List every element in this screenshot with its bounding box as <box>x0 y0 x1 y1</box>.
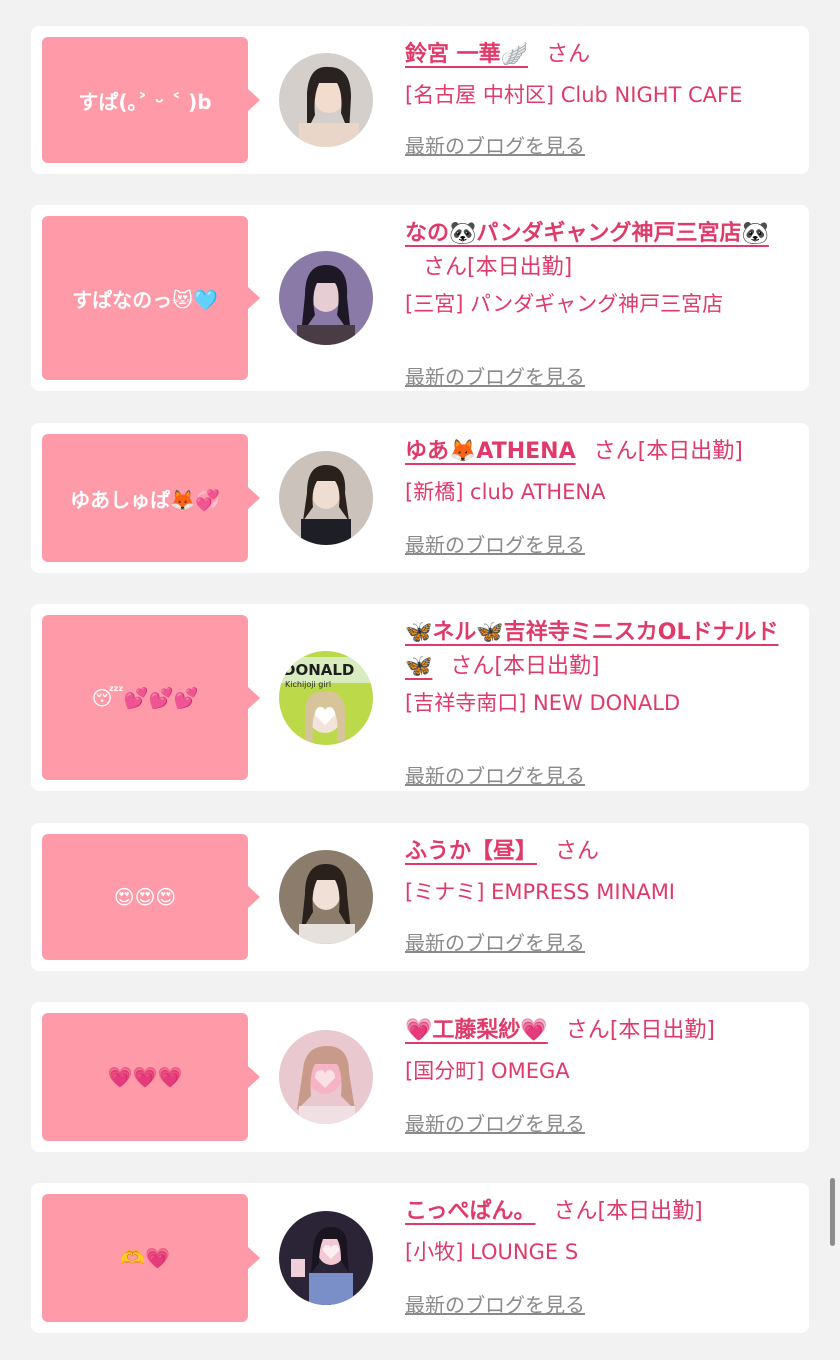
bubble-text: すぱなのっ😻🩵 <box>72 287 218 312</box>
avatar[interactable]: DONALD Kichijoji girl <box>279 651 373 745</box>
message-bubble: ゆあしゅぱ🦊💞 <box>42 434 260 562</box>
status-label: [本日出勤] <box>609 1018 715 1043</box>
cast-name-link[interactable]: 💗工藤梨紗💗 <box>405 1018 548 1043</box>
message-bubble: 🫶💗 <box>42 1194 260 1322</box>
cast-name-link[interactable]: ゆあ🦊ATHENA <box>405 439 576 464</box>
shop-info: [小牧] LOUNGE S <box>405 1240 579 1264</box>
bubble-text: 💗💗💗 <box>107 1065 183 1089</box>
avatar[interactable] <box>279 451 373 545</box>
latest-blog-link[interactable]: 最新のブログを見る <box>405 1289 585 1318</box>
avatar-logo-text: DONALD <box>283 661 354 679</box>
message-bubble: すぱ(｡˃ ᵕ ˂ )b <box>42 37 260 163</box>
bubble-text: すぱ(｡˃ ᵕ ˂ )b <box>78 89 212 114</box>
cast-name-link[interactable]: ふうか【昼】 <box>405 839 537 864</box>
blog-card[interactable]: 💗💗💗 💗工藤梨紗💗 さん[本日出勤] [国分町] OMEGA 最新のブログを見る <box>31 1002 809 1152</box>
status-label: [本日出勤] <box>637 439 743 464</box>
avatar[interactable] <box>279 850 373 944</box>
status-label: [本日出勤] <box>467 255 573 280</box>
blog-card[interactable]: 🫶💗 こっぺぱん。 さん[本日出勤] [小牧] LOUNGE S 最新のブログを見… <box>31 1183 809 1333</box>
bubble-text: 🫶💗 <box>120 1246 170 1270</box>
shop-info: [吉祥寺南口] NEW DONALD <box>405 691 681 715</box>
avatar[interactable] <box>279 53 373 147</box>
shop-info: [新橋] club ATHENA <box>405 480 606 504</box>
shop-info: [名古屋 中村区] Club NIGHT CAFE <box>405 83 743 107</box>
latest-blog-link[interactable]: 最新のブログを見る <box>405 1108 585 1137</box>
message-bubble: すぱなのっ😻🩵 <box>42 216 260 380</box>
cast-name-link[interactable]: こっぺぱん。 <box>405 1199 535 1224</box>
status-label: [本日出勤] <box>494 654 600 679</box>
status-label: [本日出勤] <box>597 1199 703 1224</box>
shop-info: [国分町] OMEGA <box>405 1059 570 1083</box>
cast-name-link[interactable]: 鈴宮 一華🪽 <box>405 42 528 67</box>
bubble-text: 😴💕💕💕 <box>91 685 199 710</box>
blog-card[interactable]: 😍😍😍 ふうか【昼】 さん [ミナミ] EMPRESS MINAMI 最新のブログ… <box>31 823 809 971</box>
blog-card[interactable]: 😴💕💕💕 DONALD Kichijoji girl 🦋ネル🦋吉祥寺ミニスカOL… <box>31 604 809 791</box>
avatar[interactable] <box>279 1211 373 1305</box>
shop-info: [ミナミ] EMPRESS MINAMI <box>405 880 676 904</box>
latest-blog-link[interactable]: 最新のブログを見る <box>405 529 585 558</box>
avatar-logo-subtext: Kichijoji girl <box>285 680 331 689</box>
honorific: さん <box>546 42 591 67</box>
blog-card[interactable]: すぱなのっ😻🩵 なの🐼パンダギャング神戸三宮店🐼 さん[本日出勤] [三宮] パン… <box>31 205 809 391</box>
honorific: さん <box>565 1018 610 1043</box>
message-bubble: 😍😍😍 <box>42 834 260 960</box>
cast-name-link[interactable]: なの🐼パンダギャング神戸三宮店🐼 <box>405 221 769 246</box>
latest-blog-link[interactable]: 最新のブログを見る <box>405 927 585 956</box>
honorific: さん <box>593 439 638 464</box>
message-bubble: 💗💗💗 <box>42 1013 260 1141</box>
message-bubble: 😴💕💕💕 <box>42 615 260 780</box>
bubble-text: 😍😍😍 <box>113 885 177 909</box>
scrollbar[interactable] <box>830 1178 835 1246</box>
shop-info: [三宮] パンダギャング神戸三宮店 <box>405 292 724 316</box>
avatar[interactable] <box>279 1030 373 1124</box>
blog-card[interactable]: すぱ(｡˃ ᵕ ˂ )b 鈴宮 一華🪽 さん [名古屋 中村区] Club NIG… <box>31 26 809 174</box>
latest-blog-link[interactable]: 最新のブログを見る <box>405 361 585 390</box>
blog-card[interactable]: ゆあしゅぱ🦊💞 ゆあ🦊ATHENA さん[本日出勤] [新橋] club ATHE… <box>31 423 809 573</box>
latest-blog-link[interactable]: 最新のブログを見る <box>405 130 585 159</box>
honorific: さん <box>555 839 600 864</box>
honorific: さん <box>423 255 468 280</box>
honorific: さん <box>553 1199 598 1224</box>
avatar[interactable] <box>279 251 373 345</box>
bubble-text: ゆあしゅぱ🦊💞 <box>70 487 220 512</box>
latest-blog-link[interactable]: 最新のブログを見る <box>405 760 585 789</box>
honorific: さん <box>450 654 495 679</box>
